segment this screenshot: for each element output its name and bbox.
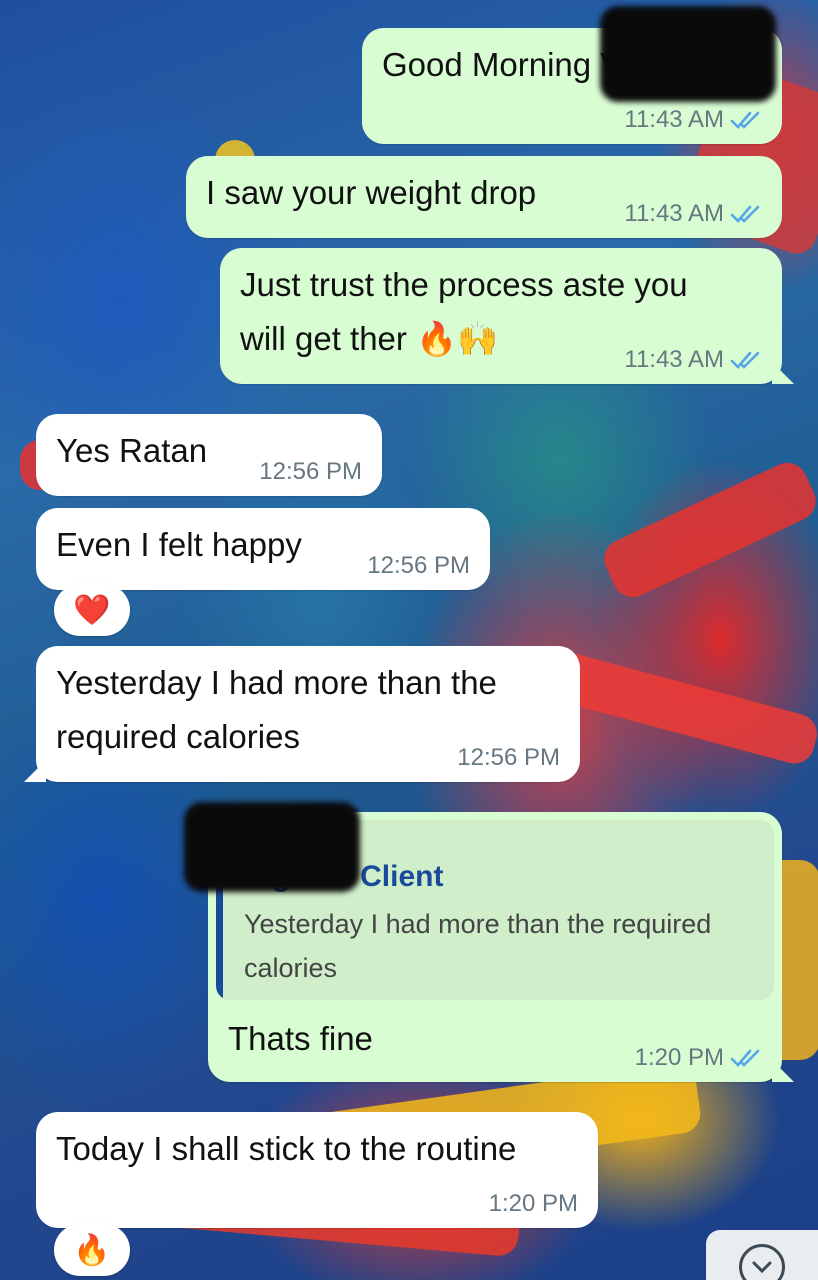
message-time: 1:20 PM [488, 1190, 578, 1217]
message-meta: 11:43 AM [624, 346, 762, 374]
message-time: 12:56 PM [367, 552, 470, 579]
message-meta: 1:20 PM [489, 1190, 578, 1218]
message-time: 11:43 AM [624, 346, 724, 373]
quoted-text: Yesterday I had more than the required c… [244, 909, 712, 983]
message-meta: 12:56 PM [367, 552, 470, 580]
message-bubble-outgoing[interactable]: Just trust the process aste you will get… [220, 248, 794, 384]
bubble-tail [772, 1060, 794, 1082]
message-time: 11:43 AM [624, 200, 724, 227]
message-time: 11:43 AM [624, 106, 724, 133]
double-check-icon [730, 351, 760, 369]
heart-emoji-icon: ❤️ [73, 593, 111, 627]
reaction-badge[interactable]: 🔥 [54, 1224, 130, 1276]
redaction-mark [600, 6, 776, 102]
redaction-mark [184, 802, 360, 892]
message-text: Today I shall stick to the routine [56, 1130, 517, 1167]
message-bubble-incoming[interactable]: Yesterday I had more than the required c… [24, 646, 580, 782]
message-bubble-incoming[interactable]: Yes Ratan 12:56 PM [36, 414, 382, 496]
chat-thread: Good Morning V 11:43 AM I saw your weigh… [0, 0, 818, 1280]
message-meta: 11:43 AM [624, 106, 762, 134]
double-check-icon [730, 1049, 760, 1067]
bubble-tail [772, 362, 794, 384]
scroll-to-bottom-button[interactable] [706, 1230, 818, 1280]
message-bubble-incoming[interactable]: Even I felt happy 12:56 PM [36, 508, 490, 590]
double-check-icon [730, 111, 760, 129]
fire-emoji-icon: 🔥 [73, 1233, 111, 1267]
bubble-tail [24, 760, 46, 782]
message-meta: 11:43 AM [624, 200, 762, 228]
message-bubble-incoming[interactable]: Today I shall stick to the routine 1:20 … [36, 1112, 598, 1228]
message-time: 12:56 PM [457, 744, 560, 771]
message-meta: 12:56 PM [457, 744, 560, 772]
chevron-down-icon [739, 1244, 785, 1280]
message-bubble-outgoing[interactable]: I saw your weight drop 11:43 AM [186, 156, 782, 238]
message-time: 12:56 PM [259, 458, 362, 485]
message-meta: 12:56 PM [259, 458, 362, 486]
message-meta: 1:20 PM [635, 1044, 762, 1072]
reaction-badge[interactable]: ❤️ [54, 584, 130, 636]
message-time: 1:20 PM [634, 1044, 724, 1071]
double-check-icon [730, 205, 760, 223]
